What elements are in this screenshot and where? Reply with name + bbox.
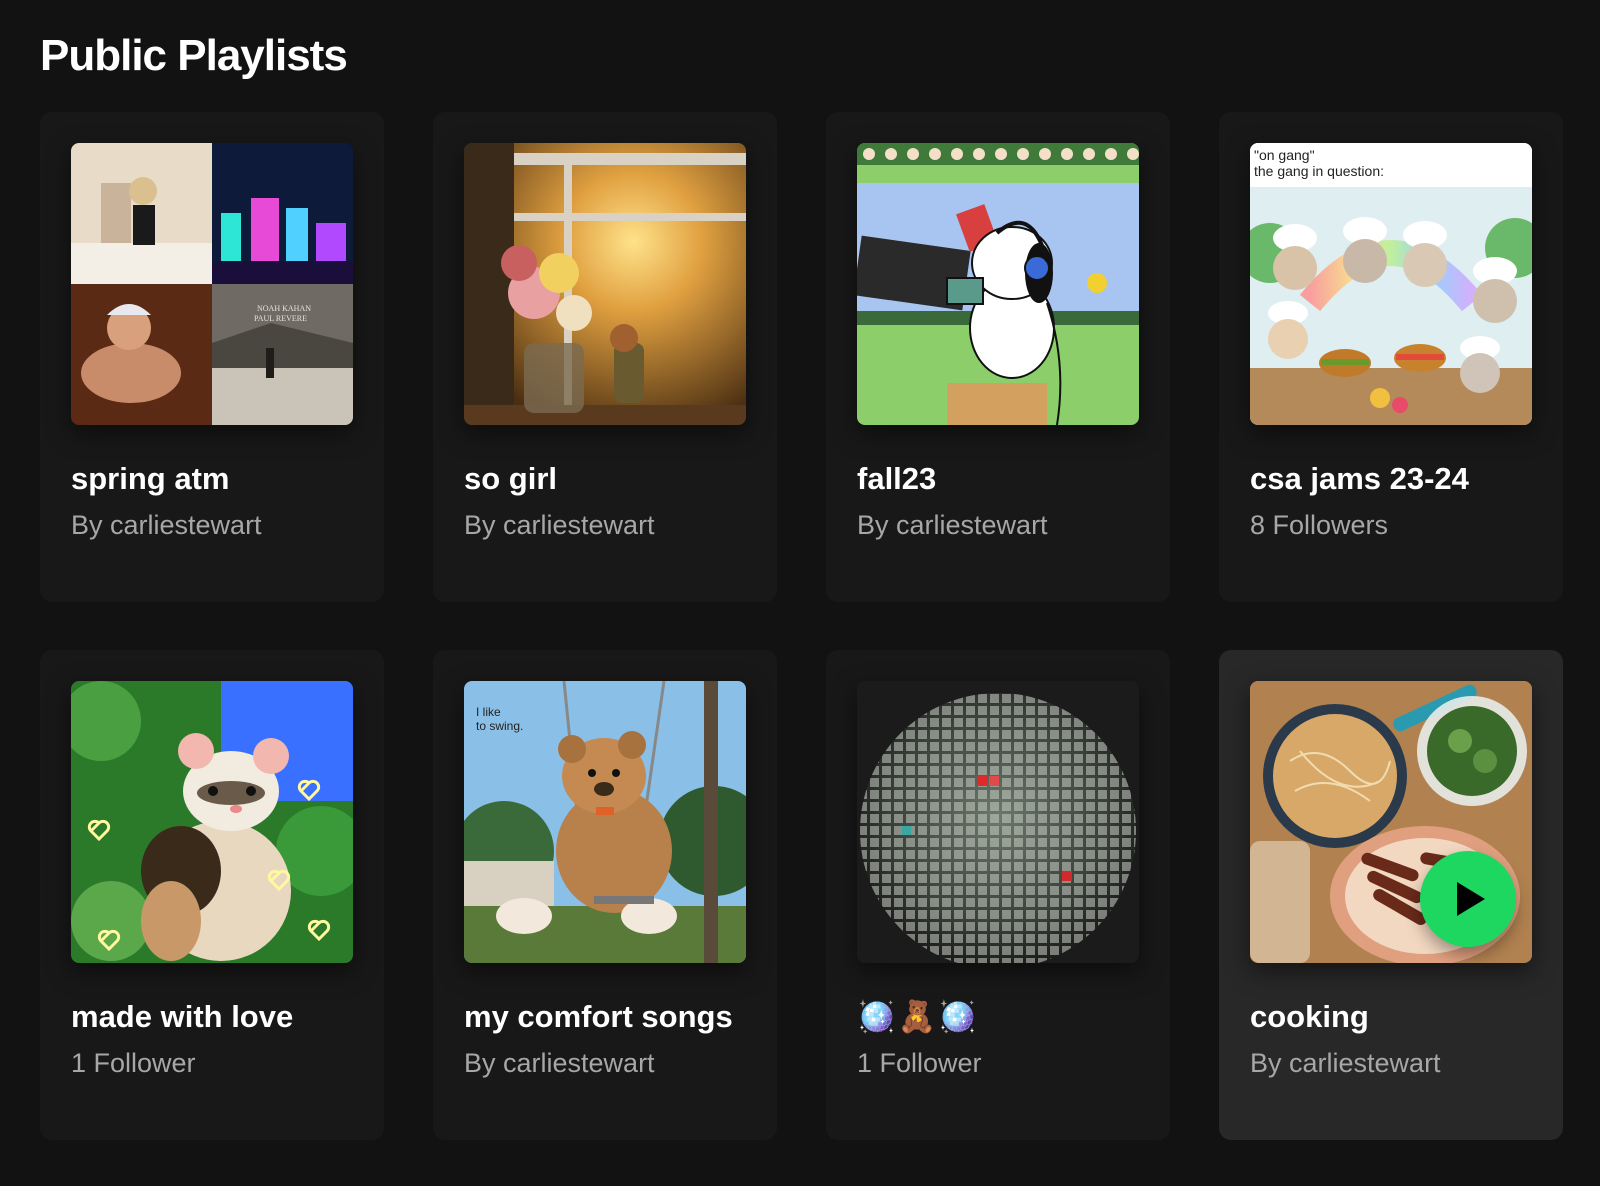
playlist-card-spring-atm[interactable]: NOAH KAHAN PAUL REVERE spring atm By car… — [40, 112, 384, 602]
playlist-subtitle: By carliestewart — [464, 510, 655, 540]
playlist-cover[interactable]: I like to swing. — [464, 681, 746, 963]
cover-chef-kittens-meme — [1250, 143, 1532, 425]
playlist-card-csa-jams[interactable]: "on gang" the gang in question: csa jams… — [1219, 112, 1563, 602]
playlist-card-my-comfort-songs[interactable]: I like to swing. my comfort songs By car… — [433, 650, 777, 1140]
cover-sunset-window-flowers — [464, 143, 746, 425]
playlist-subtitle: 8 Followers — [1250, 510, 1389, 540]
cover-caption-line-2: to swing. — [476, 719, 524, 733]
playlist-title[interactable]: spring atm — [71, 459, 353, 499]
playlist-grid: NOAH KAHAN PAUL REVERE spring atm By car… — [40, 112, 1563, 1140]
playlist-subtitle: 1 Follower — [71, 1048, 196, 1078]
playlist-card-made-with-love[interactable]: made with love 1 Follower — [40, 650, 384, 1140]
svg-text:NOAH KAHAN: NOAH KAHAN — [257, 304, 311, 313]
playlist-cover[interactable] — [1250, 681, 1532, 963]
playlist-subtitle: 1 Follower — [857, 1048, 982, 1078]
playlist-cover[interactable]: NOAH KAHAN PAUL REVERE — [71, 143, 353, 425]
playlist-subtitle: By carliestewart — [1250, 1048, 1441, 1078]
play-button[interactable] — [1420, 851, 1516, 947]
cover-caption-line-1: "on gang" — [1254, 147, 1315, 163]
cover-caption-line-2: the gang in question: — [1254, 163, 1384, 179]
playlist-title[interactable]: cooking — [1250, 997, 1532, 1037]
cover-snoopy-headphones — [857, 143, 1139, 425]
playlist-title[interactable]: 🪩🧸🪩 — [857, 997, 1139, 1037]
playlist-cover[interactable] — [857, 143, 1139, 425]
playlist-title[interactable]: csa jams 23-24 — [1250, 459, 1532, 499]
playlist-title[interactable]: made with love — [71, 997, 353, 1037]
play-icon — [1457, 882, 1485, 916]
cover-disco-ball — [857, 681, 1139, 963]
playlist-title[interactable]: my comfort songs — [464, 997, 746, 1037]
playlist-cover[interactable] — [857, 681, 1139, 963]
playlist-card-fall23[interactable]: fall23 By carliestewart — [826, 112, 1170, 602]
playlist-card-so-girl[interactable]: so girl By carliestewart — [433, 112, 777, 602]
playlist-title[interactable]: so girl — [464, 459, 746, 499]
cover-four-album-collage: NOAH KAHAN PAUL REVERE — [71, 143, 353, 425]
section-title[interactable]: Public Playlists — [40, 28, 1600, 84]
public-playlists-page: Public Playlists NOAH KAHAN PAUL REVERE … — [0, 0, 1600, 1186]
cover-caption-line-1: I like — [476, 705, 501, 719]
playlist-subtitle: By carliestewart — [464, 1048, 655, 1078]
playlist-subtitle: By carliestewart — [71, 510, 262, 540]
cover-ferret-hearts — [71, 681, 353, 963]
playlist-cover[interactable]: "on gang" the gang in question: — [1250, 143, 1532, 425]
svg-text:PAUL REVERE: PAUL REVERE — [254, 314, 307, 323]
playlist-subtitle: By carliestewart — [857, 510, 1048, 540]
playlist-cover[interactable] — [464, 143, 746, 425]
playlist-card-emoji[interactable]: 🪩🧸🪩 1 Follower — [826, 650, 1170, 1140]
playlist-title[interactable]: fall23 — [857, 459, 1139, 499]
playlist-cover[interactable] — [71, 681, 353, 963]
playlist-card-cooking[interactable]: cooking By carliestewart — [1219, 650, 1563, 1140]
